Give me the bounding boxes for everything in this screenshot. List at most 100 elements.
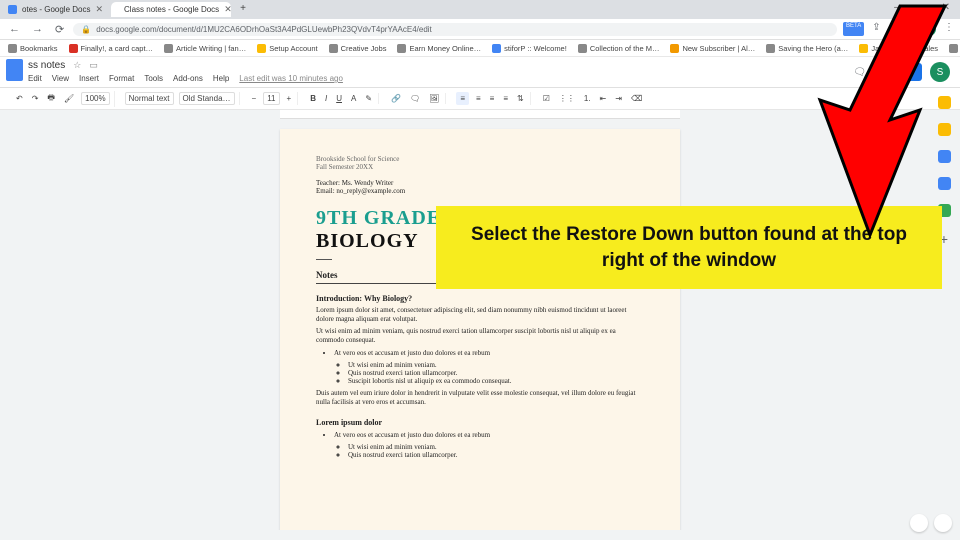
bookmark-label: Collection of the M… (590, 44, 660, 53)
new-tab-button[interactable]: + (235, 2, 251, 18)
tab-close-icon[interactable]: ✕ (95, 4, 103, 15)
browser-tab[interactable]: otes - Google Docs ✕ (0, 2, 111, 17)
menu-insert[interactable]: Insert (79, 74, 99, 83)
print-icon[interactable]: 🖶 (45, 91, 57, 107)
doc-school: Brookside School for Science (316, 155, 644, 163)
paint-format-icon[interactable]: 🖌 (62, 93, 76, 104)
calendar-app-icon[interactable] (938, 96, 951, 109)
bookmark-icon (670, 44, 679, 53)
bulleted-list-icon[interactable]: ⋮⋮ (557, 93, 577, 104)
align-right-icon[interactable]: ≡ (488, 93, 497, 104)
clear-formatting-icon[interactable]: ⌫ (629, 93, 644, 104)
restore-down-button[interactable]: ▭ (918, 2, 927, 13)
share-page-icon[interactable]: ⇪ (872, 22, 880, 36)
menu-icon[interactable]: ⋮ (944, 22, 954, 36)
extensions-icon[interactable]: ✦ (906, 22, 914, 36)
explore-button[interactable] (910, 514, 928, 532)
last-edit-link[interactable]: Last edit was 10 minutes ago (239, 74, 343, 83)
bookmark-item[interactable]: Setup Account (257, 44, 317, 53)
font-size-input[interactable]: 11 (263, 92, 279, 105)
help-button[interactable] (934, 514, 952, 532)
close-window-button[interactable]: ✕ (942, 2, 950, 13)
browser-tab-strip: otes - Google Docs ✕ Class notes - Googl… (0, 0, 960, 19)
line-spacing-icon[interactable]: ⇅ (515, 93, 526, 104)
bookmark-label: New Subscriber | Al… (682, 44, 755, 53)
document-page[interactable]: Brookside School for Science Fall Semest… (280, 129, 680, 530)
zoom-select[interactable]: 100% (81, 92, 109, 105)
bookmark-item[interactable]: New Subscriber | Al… (670, 44, 755, 53)
text-color-icon[interactable]: A (349, 93, 358, 104)
align-justify-icon[interactable]: ≡ (501, 93, 510, 104)
bookmark-item[interactable]: Earn Money Online… (397, 44, 481, 53)
menu-tools[interactable]: Tools (144, 74, 163, 83)
url-text: docs.google.com/document/d/1MU2CA6ODrhOa… (96, 25, 432, 34)
insert-comment-icon[interactable]: 🗨 (408, 93, 422, 104)
reload-icon[interactable]: ⟳ (52, 23, 67, 36)
docs-favicon-icon (8, 5, 17, 14)
bookmark-item[interactable]: Japanese fairy tales (859, 44, 938, 53)
underline-button[interactable]: U (334, 93, 344, 104)
account-avatar[interactable]: S (930, 62, 950, 82)
tab-close-icon[interactable]: ✕ (224, 4, 231, 15)
bookmark-icon (257, 44, 266, 53)
bookmark-item[interactable]: Collection of the M… (578, 44, 660, 53)
menu-format[interactable]: Format (109, 74, 134, 83)
share-button[interactable]: Share (874, 63, 922, 81)
back-icon[interactable]: ← (6, 23, 23, 35)
browser-tab[interactable]: Class notes - Google Docs ✕ (111, 2, 231, 17)
bookmark-item[interactable]: Article Writing | fan… (164, 44, 246, 53)
menu-addons[interactable]: Add-ons (173, 74, 203, 83)
forward-icon[interactable]: → (29, 23, 46, 35)
redo-icon[interactable]: ↷ (30, 93, 41, 104)
paragraph-style-select[interactable]: Normal text (125, 92, 174, 105)
menu-view[interactable]: View (52, 74, 69, 83)
menu-help[interactable]: Help (213, 74, 229, 83)
bookmark-item[interactable]: Saving the Hero (a… (766, 44, 848, 53)
horizontal-ruler[interactable] (280, 110, 680, 119)
font-select[interactable]: Old Standa… (179, 92, 235, 105)
increase-indent-icon[interactable]: ⇥ (613, 93, 624, 104)
increase-font-icon[interactable]: + (285, 93, 294, 104)
contacts-app-icon[interactable] (938, 177, 951, 190)
docs-logo-icon[interactable] (6, 59, 23, 81)
undo-icon[interactable]: ↶ (14, 93, 25, 104)
decrease-font-icon[interactable]: − (250, 93, 259, 104)
bookmark-label: Japanese fairy tales (871, 44, 938, 53)
bookmark-icon (397, 44, 406, 53)
move-icon[interactable]: ▭ (89, 60, 98, 71)
highlight-icon[interactable]: ✎ (363, 93, 374, 104)
doc-bullet-list: At vero eos et accusam et justo duo dolo… (316, 349, 644, 385)
menu-edit[interactable]: Edit (28, 74, 42, 83)
bookmark-item[interactable]: Creative Jobs (329, 44, 387, 53)
comments-icon[interactable]: 🗨 (853, 67, 866, 78)
align-center-icon[interactable]: ≡ (474, 93, 483, 104)
bookmark-item[interactable]: Saving the Hero (a… (949, 44, 960, 53)
list-item: Ut wisi enim ad minim veniam. (348, 443, 644, 451)
bookmark-item[interactable]: Finally!, a card capt… (69, 44, 154, 53)
bookmark-label: Creative Jobs (341, 44, 387, 53)
list-item: At vero eos et accusam et justo duo dolo… (334, 349, 644, 385)
bookmark-label: Setup Account (269, 44, 317, 53)
bookmark-star-icon[interactable]: ☆ (889, 22, 898, 36)
bookmark-item[interactable]: stiforP :: Welcome! (492, 44, 567, 53)
keep-app-icon[interactable] (938, 123, 951, 136)
document-title[interactable]: ss notes (28, 60, 65, 71)
instruction-callout: Select the Restore Down button found at … (436, 206, 942, 289)
address-bar[interactable]: 🔒 docs.google.com/document/d/1MU2CA6ODrh… (73, 23, 837, 36)
insert-image-icon[interactable]: 🖼 (427, 93, 441, 104)
bold-button[interactable]: B (308, 93, 318, 104)
bookmark-icon (492, 44, 501, 53)
checklist-icon[interactable]: ☑ (541, 93, 552, 104)
decrease-indent-icon[interactable]: ⇤ (598, 93, 609, 104)
numbered-list-icon[interactable]: 1. (582, 93, 593, 104)
lock-icon: 🔒 (81, 25, 91, 34)
italic-button[interactable]: I (323, 93, 329, 104)
star-icon[interactable]: ☆ (73, 60, 81, 71)
tasks-app-icon[interactable] (938, 150, 951, 163)
insert-link-icon[interactable]: 🔗 (389, 93, 403, 104)
profile-avatar-icon[interactable]: S (922, 22, 936, 36)
minimize-button[interactable]: — (894, 2, 904, 13)
bookmark-icon (766, 44, 775, 53)
align-left-icon[interactable]: ≡ (456, 92, 469, 105)
bookmark-item[interactable]: Bookmarks (8, 44, 58, 53)
